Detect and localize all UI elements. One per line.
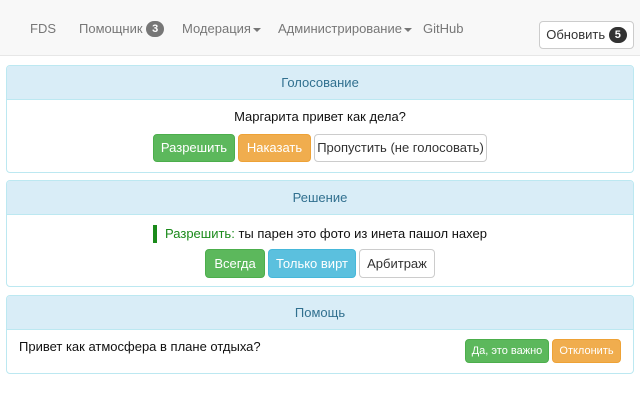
navbar: FDS Помощник 3 Модерация Администрирован… [0, 0, 640, 56]
nav-administration-dropdown[interactable]: Администрирование [278, 19, 412, 39]
verdict-block: Разрешить: ты парен это фото из инета па… [153, 225, 487, 243]
nav-helper[interactable]: Помощник 3 [79, 19, 165, 39]
decision-panel: Решение Разрешить: ты парен это фото из … [6, 180, 634, 287]
refresh-button[interactable]: Обновить 5 [539, 21, 634, 49]
important-button[interactable]: Да, это важно [465, 339, 549, 363]
help-heading: Помощь [7, 296, 633, 330]
voting-heading: Голосование [7, 66, 633, 100]
caret-down-icon [252, 27, 261, 32]
nav-administration-label: Администрирование [278, 21, 402, 36]
voting-message: Маргарита привет как дела? [234, 109, 406, 124]
nav-github-link[interactable]: GitHub [423, 19, 463, 39]
punish-button[interactable]: Наказать [238, 134, 311, 162]
arbitration-button[interactable]: Арбитраж [359, 249, 435, 278]
caret-down-icon [403, 27, 412, 32]
refresh-count-badge: 5 [608, 27, 627, 43]
verdict-label: Разрешить: [165, 226, 235, 241]
nav-moderation-dropdown[interactable]: Модерация [182, 19, 261, 39]
nav-moderation-label: Модерация [182, 21, 251, 36]
voting-panel: Голосование Маргарита привет как дела? Р… [6, 65, 634, 173]
help-panel: Помощь Привет как атмосфера в плане отды… [6, 295, 634, 374]
brand-link[interactable]: FDS [30, 19, 56, 39]
refresh-label: Обновить [546, 27, 606, 42]
helper-count-badge: 3 [146, 21, 165, 37]
decision-heading: Решение [7, 181, 633, 215]
help-question: Привет как атмосфера в плане отдыха? [19, 339, 261, 354]
allow-button[interactable]: Разрешить [153, 134, 235, 162]
verdict-text: ты парен это фото из инета пашол нахер [234, 226, 487, 241]
virt-only-button[interactable]: Только вирт [268, 249, 356, 278]
always-button[interactable]: Всегда [205, 249, 265, 278]
nav-helper-label: Помощник [79, 21, 143, 36]
decline-button[interactable]: Отклонить [552, 339, 621, 363]
skip-vote-button[interactable]: Пропустить (не голосовать) [314, 134, 487, 162]
decision-verdict: Разрешить: ты парен это фото из инета па… [7, 225, 633, 243]
